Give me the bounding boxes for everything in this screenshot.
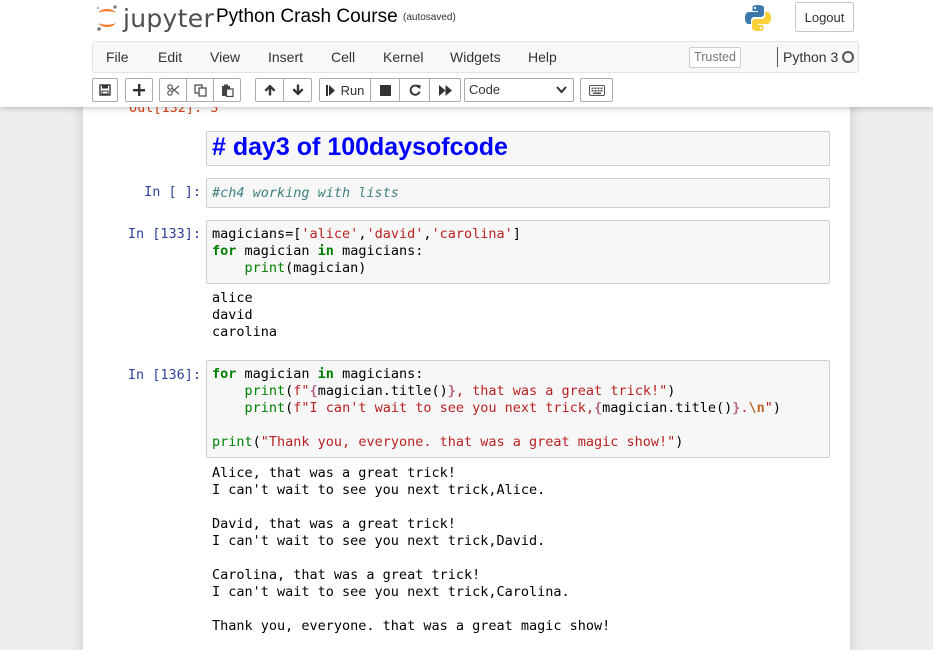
- menu-file[interactable]: File: [106, 49, 129, 65]
- jupyter-logo-icon: [97, 5, 117, 31]
- python-logo-icon: [745, 5, 771, 31]
- menu-view[interactable]: View: [210, 49, 240, 65]
- cell3-input[interactable]: for magician in magicians: print(f"{magi…: [206, 360, 830, 458]
- logo-text: jupyter: [123, 3, 215, 33]
- restart-run-all-button[interactable]: [429, 78, 461, 102]
- plus-icon: [133, 84, 145, 96]
- run-icon: [325, 84, 335, 96]
- save-icon: [99, 84, 111, 96]
- cell1-prompt: In [ ]:: [144, 184, 201, 200]
- jupyter-logo[interactable]: jupyter: [95, 3, 214, 33]
- restart-icon: [409, 84, 421, 96]
- chevron-down-icon: [556, 86, 567, 94]
- run-label: Run: [340, 82, 365, 98]
- kernel-status-icon: [842, 51, 854, 63]
- cell3-prompt: In [136]:: [127, 367, 201, 383]
- cell1-code: #ch4 working with lists: [207, 179, 829, 207]
- header: jupyter Python Crash Course (autosaved) …: [0, 0, 933, 107]
- menu-kernel[interactable]: Kernel: [383, 49, 423, 65]
- paste-button[interactable]: [213, 78, 241, 102]
- stop-icon: [379, 84, 391, 96]
- menu-edit[interactable]: Edit: [158, 49, 182, 65]
- command-palette-button[interactable]: [580, 78, 613, 102]
- kernel-name: Python 3: [783, 49, 839, 65]
- keyboard-icon: [588, 84, 605, 96]
- cell-type-select[interactable]: Code: [464, 78, 574, 102]
- cell3-output: Alice, that was a great trick! I can't w…: [212, 465, 611, 634]
- arrow-up-icon: [264, 84, 275, 96]
- insert-cell-button[interactable]: [125, 78, 153, 102]
- fast-forward-icon: [438, 84, 452, 96]
- cell1-input[interactable]: #ch4 working with lists: [206, 178, 830, 208]
- save-status: (autosaved): [403, 12, 456, 23]
- restart-button[interactable]: [399, 78, 430, 102]
- move-up-button[interactable]: [255, 78, 284, 102]
- cell2-code: magicians=['alice','david','carolina'] f…: [212, 226, 521, 276]
- trusted-badge[interactable]: Trusted: [689, 47, 741, 68]
- menu-cell[interactable]: Cell: [331, 49, 355, 65]
- code-comment: #ch4 working with lists: [212, 185, 399, 201]
- menu-help[interactable]: Help: [528, 49, 557, 65]
- arrow-down-icon: [292, 84, 303, 96]
- kernel-divider: [777, 47, 778, 67]
- copy-icon: [193, 83, 207, 97]
- notebook-name[interactable]: Python Crash Course: [216, 6, 398, 28]
- cell3-code: for magician in magicians: print(f"{magi…: [212, 366, 782, 450]
- cell2-output: alice david carolina: [212, 290, 278, 340]
- move-down-button[interactable]: [283, 78, 312, 102]
- copy-button[interactable]: [186, 78, 214, 102]
- cut-button[interactable]: [159, 78, 187, 102]
- cell2-prompt: In [133]:: [127, 226, 201, 242]
- menubar: File Edit View Insert Cell Kernel Widget…: [92, 41, 859, 73]
- cell-type-value: Code: [469, 82, 501, 97]
- cell2-input[interactable]: magicians=['alice','david','carolina'] f…: [206, 220, 830, 284]
- run-button[interactable]: Run: [319, 78, 371, 102]
- menu-insert[interactable]: Insert: [268, 49, 303, 65]
- markdown-cell[interactable]: # day3 of 100daysofcode: [206, 131, 830, 166]
- interrupt-button[interactable]: [370, 78, 400, 102]
- notebook-container: Out[132]: 3 # day3 of 100daysofcode In […: [83, 80, 850, 650]
- save-button[interactable]: [92, 78, 118, 102]
- menu-widgets[interactable]: Widgets: [450, 49, 501, 65]
- logout-button[interactable]: Logout: [795, 2, 854, 32]
- paste-icon: [221, 84, 234, 97]
- markdown-heading: # day3 of 100daysofcode: [212, 133, 508, 161]
- scissors-icon: [166, 84, 179, 96]
